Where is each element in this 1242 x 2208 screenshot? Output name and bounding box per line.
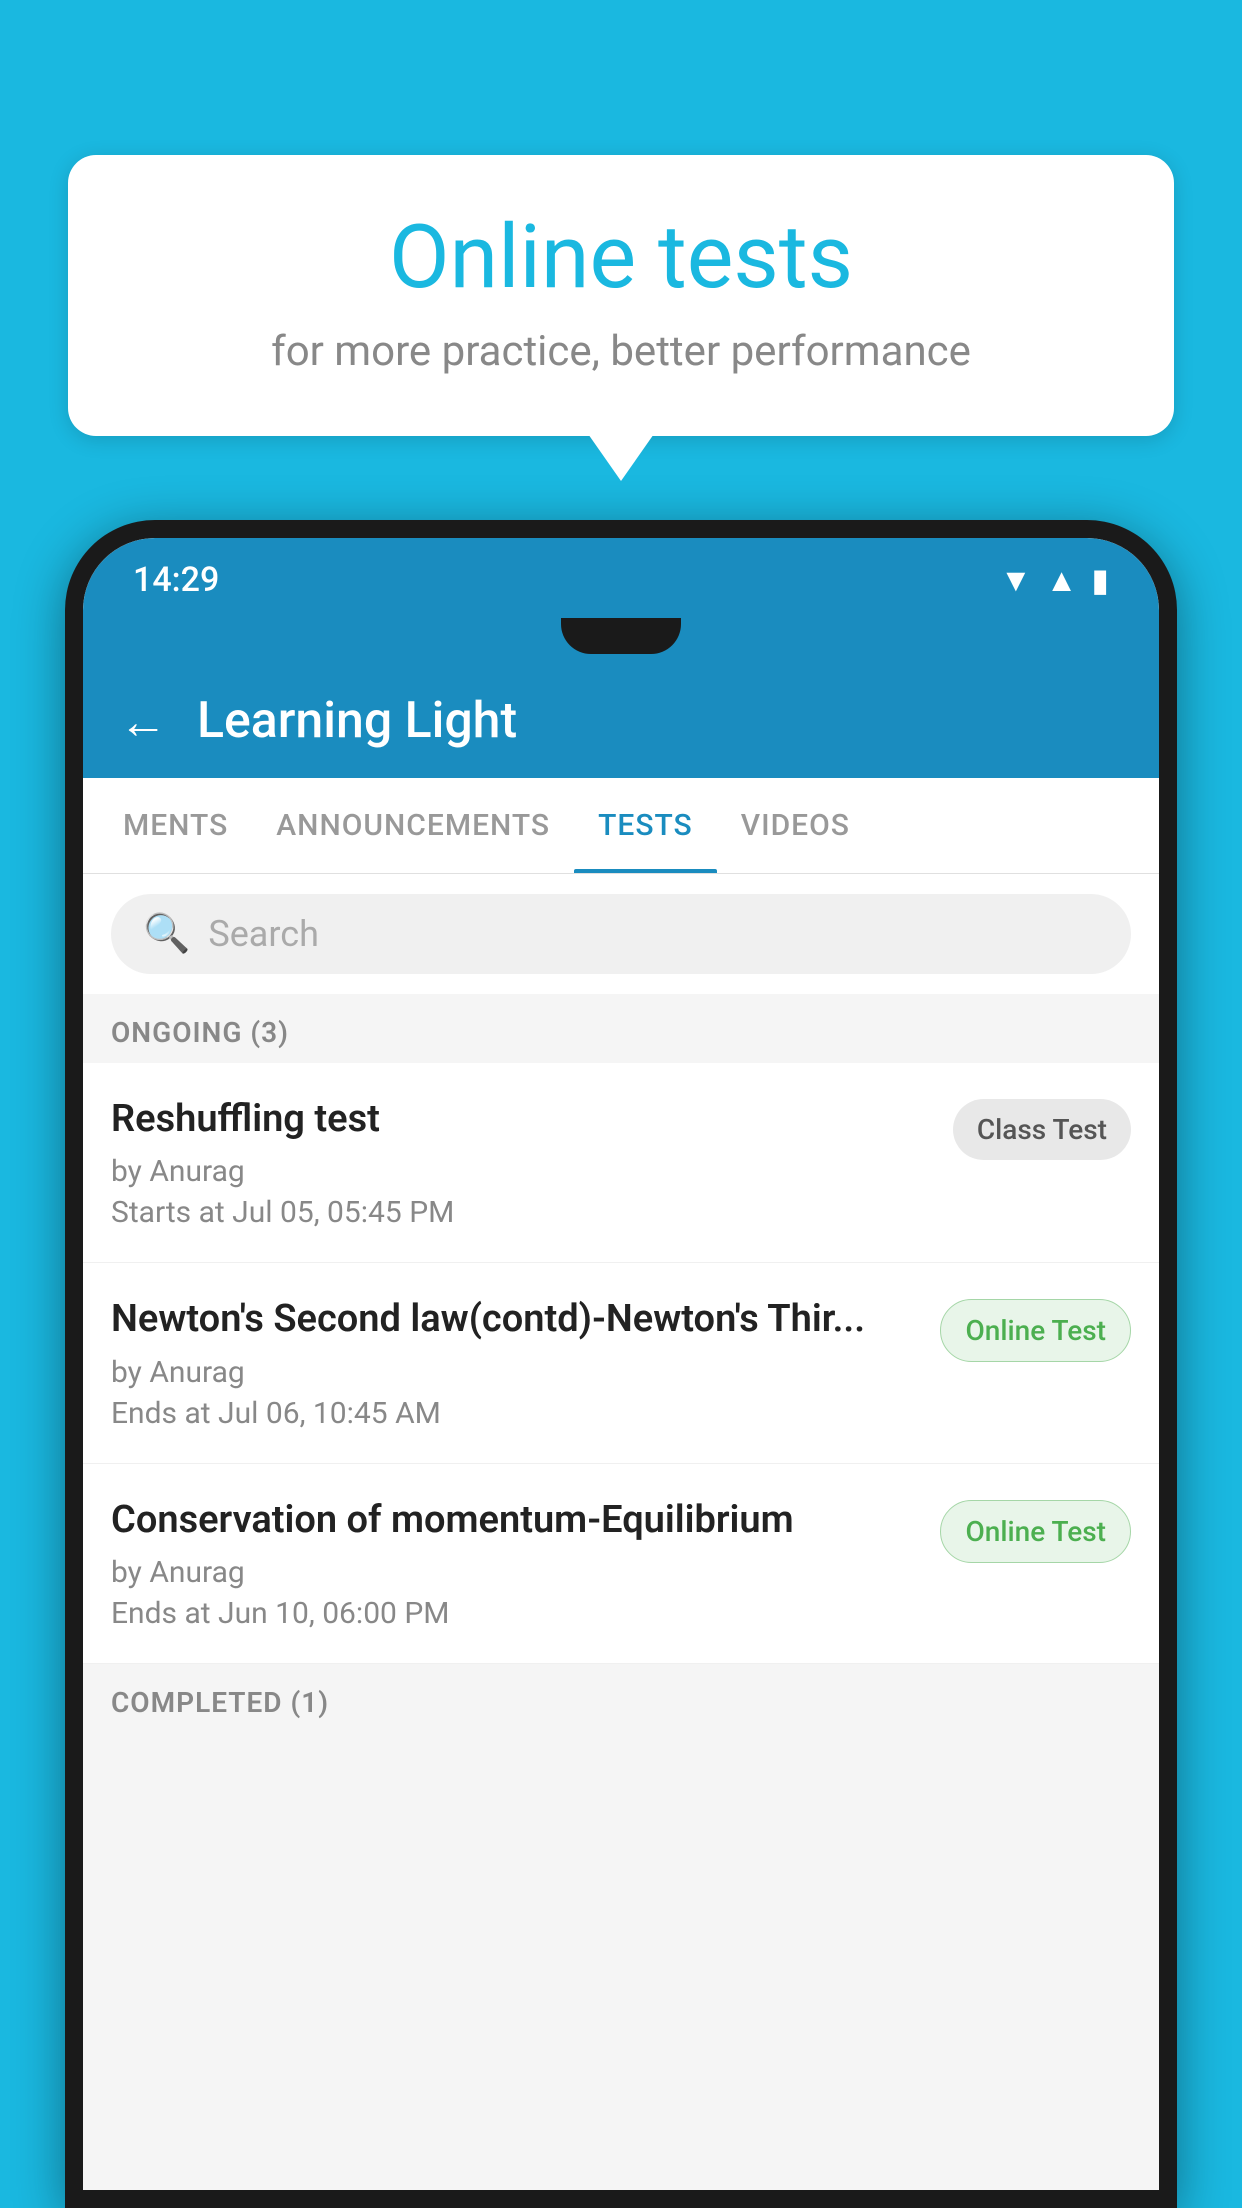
test-name-2: Newton's Second law(contd)-Newton's Thir…	[111, 1295, 920, 1344]
search-placeholder: Search	[208, 913, 319, 955]
test-date-1: Starts at Jul 05, 05:45 PM	[111, 1195, 933, 1230]
test-name-1: Reshuffling test	[111, 1095, 933, 1144]
phone-screen: 14:29 ▼ ▲ ▮ ← Learning Light MENTS ANNOU…	[83, 538, 1159, 2190]
search-container: 🔍 Search	[83, 874, 1159, 994]
completed-section-header: COMPLETED (1)	[83, 1664, 1159, 1733]
test-badge-1: Class Test	[953, 1099, 1131, 1160]
test-by-1: by Anurag	[111, 1154, 933, 1189]
battery-icon: ▮	[1091, 561, 1109, 599]
tab-videos[interactable]: VIDEOS	[717, 778, 874, 873]
status-bar: 14:29 ▼ ▲ ▮	[83, 538, 1159, 618]
test-info-2: Newton's Second law(contd)-Newton's Thir…	[111, 1295, 920, 1430]
ongoing-section-header: ONGOING (3)	[83, 994, 1159, 1063]
test-by-2: by Anurag	[111, 1355, 920, 1390]
search-bar[interactable]: 🔍 Search	[111, 894, 1131, 974]
notch	[561, 618, 681, 654]
app-title: Learning Light	[197, 692, 517, 750]
tab-tests[interactable]: TESTS	[574, 778, 717, 873]
notch-area	[83, 618, 1159, 664]
test-name-3: Conservation of momentum-Equilibrium	[111, 1496, 920, 1545]
search-icon: 🔍	[143, 912, 190, 956]
test-badge-3: Online Test	[940, 1500, 1131, 1563]
content-list: ONGOING (3) Reshuffling test by Anurag S…	[83, 994, 1159, 2190]
tabs-bar: MENTS ANNOUNCEMENTS TESTS VIDEOS	[83, 778, 1159, 874]
wifi-icon: ▼	[1000, 561, 1032, 599]
test-badge-2: Online Test	[940, 1299, 1131, 1362]
signal-icon: ▲	[1046, 561, 1078, 599]
test-info-1: Reshuffling test by Anurag Starts at Jul…	[111, 1095, 933, 1230]
bubble-subtitle: for more practice, better performance	[128, 327, 1114, 376]
bubble-title: Online tests	[128, 210, 1114, 307]
test-by-3: by Anurag	[111, 1555, 920, 1590]
app-header: ← Learning Light	[83, 664, 1159, 778]
speech-bubble: Online tests for more practice, better p…	[68, 155, 1174, 436]
test-item-2[interactable]: Newton's Second law(contd)-Newton's Thir…	[83, 1263, 1159, 1463]
test-item-3[interactable]: Conservation of momentum-Equilibrium by …	[83, 1464, 1159, 1664]
back-button[interactable]: ←	[119, 693, 167, 750]
status-icons: ▼ ▲ ▮	[1000, 561, 1109, 599]
test-date-3: Ends at Jun 10, 06:00 PM	[111, 1596, 920, 1631]
phone-frame: 14:29 ▼ ▲ ▮ ← Learning Light MENTS ANNOU…	[65, 520, 1177, 2208]
test-item-1[interactable]: Reshuffling test by Anurag Starts at Jul…	[83, 1063, 1159, 1263]
test-info-3: Conservation of momentum-Equilibrium by …	[111, 1496, 920, 1631]
tab-ments[interactable]: MENTS	[99, 778, 252, 873]
status-time: 14:29	[133, 560, 219, 600]
test-date-2: Ends at Jul 06, 10:45 AM	[111, 1396, 920, 1431]
tab-announcements[interactable]: ANNOUNCEMENTS	[252, 778, 574, 873]
